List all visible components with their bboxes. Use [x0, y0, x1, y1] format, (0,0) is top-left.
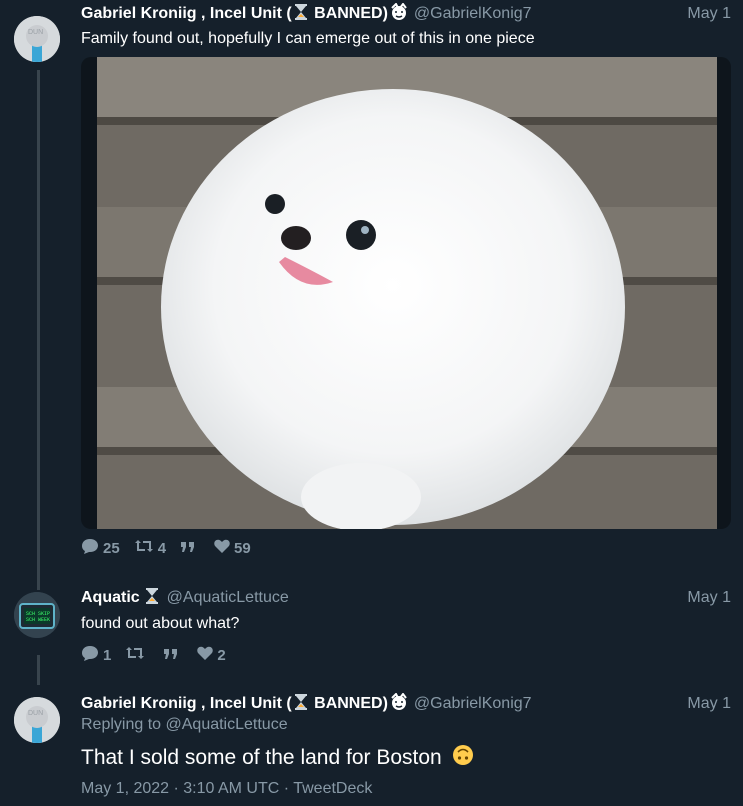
author-handle[interactable]: @AquaticLettuce: [167, 589, 289, 607]
tweet-1-actions: 25 4 59: [81, 538, 265, 558]
quote-button[interactable]: [163, 647, 183, 664]
svg-text:DUN: DUN: [28, 710, 43, 717]
replying-to-mention[interactable]: @AquaticLettuce: [166, 716, 288, 733]
tweet-text: Family found out, hopefully I can emerge…: [81, 30, 535, 47]
svg-text:SCH WEEK: SCH WEEK: [26, 617, 50, 623]
tweet-text: found out about what?: [81, 615, 240, 632]
reply-icon: [81, 538, 103, 558]
tweet-text: That I sold some of the land for Boston: [81, 746, 442, 769]
thread-line-1: [37, 70, 40, 590]
tweet-text-large: That I sold some of the land for Boston: [81, 744, 474, 772]
retweet-button[interactable]: 4: [134, 539, 166, 557]
like-button[interactable]: 2: [197, 646, 226, 664]
author-handle[interactable]: @GabrielKonig7: [414, 695, 532, 713]
reply-count: 1: [103, 646, 112, 664]
author-name[interactable]: Aquatic: [81, 587, 161, 609]
tweet-2-header: Aquatic @AquaticLettuce May 1: [81, 587, 731, 609]
retweet-count: 4: [157, 539, 167, 557]
like-icon: [197, 646, 217, 664]
quote-icon: [180, 540, 200, 557]
retweet-icon: [134, 539, 158, 557]
avatar-gabriel-1[interactable]: DUN: [14, 16, 60, 62]
hourglass-icon: [145, 587, 158, 609]
tweet-3-header: Gabriel Kroniig , Incel Unit ( BANNED) @…: [81, 691, 731, 716]
like-icon: [214, 539, 234, 557]
retweet-button[interactable]: [125, 646, 149, 664]
tweet-date[interactable]: May 1: [687, 5, 731, 23]
svg-text:DUN: DUN: [28, 29, 43, 36]
replying-to-label: Replying to: [81, 716, 166, 733]
face-emoji-icon: [390, 1, 408, 26]
avatar-gabriel-2[interactable]: DUN: [14, 697, 60, 743]
like-button[interactable]: 59: [214, 539, 251, 557]
author-name[interactable]: Gabriel Kroniig , Incel Unit ( BANNED): [81, 691, 408, 716]
retweet-icon: [125, 646, 149, 664]
avatar-aquatic[interactable]: SCH SKIP SCH WEEK: [14, 592, 60, 638]
reply-button[interactable]: 1: [81, 645, 111, 665]
face-emoji-icon: [390, 691, 408, 716]
tweet-date[interactable]: May 1: [687, 695, 731, 713]
quote-icon: [163, 647, 183, 664]
tweet-2-actions: 1 2: [81, 645, 240, 665]
like-count: 59: [234, 539, 251, 557]
reply-count: 25: [103, 539, 120, 557]
tweet-date[interactable]: May 1: [687, 589, 731, 607]
reply-icon: [81, 645, 103, 665]
tweet-1-header: Gabriel Kroniig , Incel Unit ( BANNED) @…: [81, 1, 731, 26]
hourglass-icon: [294, 3, 307, 25]
author-name[interactable]: Gabriel Kroniig , Incel Unit ( BANNED): [81, 1, 408, 26]
tweet-timestamp[interactable]: May 1, 2022 · 3:10 AM UTC · TweetDeck: [81, 780, 372, 798]
thread-line-2: [37, 655, 40, 685]
author-handle[interactable]: @GabrielKonig7: [414, 5, 532, 23]
like-count: 2: [217, 646, 226, 664]
upside-down-face-icon: [452, 744, 474, 772]
replying-to: Replying to @AquaticLettuce: [81, 716, 288, 734]
tweet-media-image[interactable]: [81, 57, 731, 529]
reply-button[interactable]: 25: [81, 538, 120, 558]
hourglass-icon: [294, 693, 307, 715]
quote-button[interactable]: [180, 540, 200, 557]
dog-photo: [97, 57, 717, 529]
